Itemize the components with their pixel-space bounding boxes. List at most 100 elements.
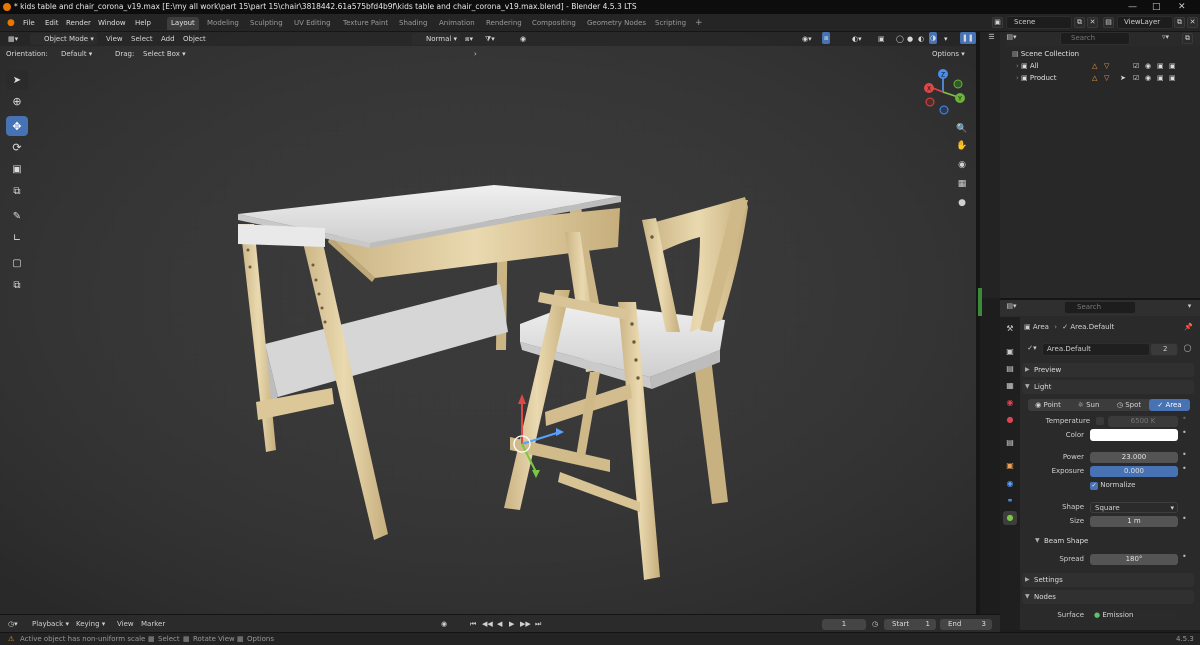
keyframe-dot-icon[interactable]: • bbox=[1182, 464, 1187, 473]
tab-texture-paint[interactable]: Texture Paint bbox=[339, 17, 392, 30]
shape-dropdown[interactable]: Square ▾ bbox=[1090, 502, 1178, 513]
auto-keying-icon[interactable]: ◉ bbox=[441, 618, 447, 630]
tab-compositing[interactable]: Compositing bbox=[528, 17, 580, 30]
timeline-editor-icon[interactable]: ◷▾ bbox=[8, 618, 18, 630]
panel-beam-shape[interactable]: ▼ Beam Shape bbox=[1032, 534, 1194, 548]
collection-tab-icon[interactable]: ▤ bbox=[1003, 436, 1017, 450]
menu-view[interactable]: View bbox=[106, 33, 123, 45]
view-layer-selector[interactable]: ViewLayer bbox=[1117, 16, 1173, 29]
world-tab-icon[interactable]: ● bbox=[1003, 413, 1017, 427]
tab-modeling[interactable]: Modeling bbox=[203, 17, 243, 30]
zoom-icon[interactable]: 🔍 bbox=[954, 121, 970, 137]
measure-tool[interactable]: ∟ bbox=[6, 228, 28, 248]
shading-options-icon[interactable]: ▾ bbox=[944, 33, 948, 45]
menu-select[interactable]: Select bbox=[131, 33, 153, 45]
outliner-item-product[interactable]: › ▣ Product △ ▽ ➤ ☑ ◉ ▣ ▣ bbox=[1016, 72, 1186, 84]
pin-icon[interactable]: 📌 bbox=[1184, 321, 1193, 333]
tab-shading[interactable]: Shading bbox=[395, 17, 431, 30]
menu-keying[interactable]: Keying ▾ bbox=[76, 618, 105, 630]
new-scene-icon[interactable]: ⧉ bbox=[1074, 17, 1085, 28]
outliner-editor-icon[interactable]: ☰ bbox=[986, 33, 997, 44]
menu-edit[interactable]: Edit bbox=[42, 17, 62, 29]
view-layer-tab-icon[interactable]: ▦ bbox=[1003, 379, 1017, 393]
properties-editor-icon[interactable]: ▤▾ bbox=[1006, 302, 1017, 313]
monitor-icon[interactable]: ▣ bbox=[1157, 60, 1164, 72]
display-mode-icon[interactable]: ▤▾ bbox=[1006, 33, 1017, 44]
scene-collection-row[interactable]: ▤ Scene Collection bbox=[1012, 48, 1079, 60]
render-tab-icon[interactable]: ▣ bbox=[1003, 345, 1017, 359]
menu-help[interactable]: Help bbox=[132, 17, 154, 29]
view-layer-browse-icon[interactable]: ▤ bbox=[1103, 17, 1114, 28]
jump-end-icon[interactable]: ⏭ bbox=[535, 618, 541, 630]
perspective-toggle-icon[interactable]: ▦ bbox=[954, 176, 970, 192]
start-frame-field[interactable]: Start 1 bbox=[884, 619, 936, 630]
light-type-sun[interactable]: ☼ Sun bbox=[1068, 399, 1109, 411]
clock-icon[interactable]: ◷ bbox=[872, 618, 878, 630]
user-count[interactable]: 2 bbox=[1150, 343, 1178, 356]
transform-tool[interactable]: ⧉ bbox=[6, 181, 28, 201]
light-type-area[interactable]: ✓ Area bbox=[1149, 399, 1190, 411]
gizmo-toggle-icon[interactable]: ⧈ bbox=[822, 32, 831, 44]
snap-icon[interactable]: ⧩▾ bbox=[485, 33, 495, 45]
add-cube-tool[interactable]: ▢ bbox=[6, 253, 28, 273]
keyframe-dot-icon[interactable]: • bbox=[1182, 414, 1187, 423]
exposure-field[interactable]: 0.000 bbox=[1090, 466, 1178, 477]
pivot-point-icon[interactable]: ⧈▾ bbox=[465, 33, 473, 45]
spread-field[interactable]: 180° bbox=[1090, 554, 1178, 565]
datablock-browse-icon[interactable]: ✓▾ bbox=[1024, 344, 1040, 355]
temperature-field[interactable]: 6500 K bbox=[1108, 416, 1178, 427]
light-bulb-icon[interactable]: ● bbox=[954, 195, 970, 211]
selectable-arrow-icon[interactable]: ➤ bbox=[1120, 72, 1126, 84]
tool-tab-icon[interactable]: ⚒ bbox=[1003, 322, 1017, 336]
tab-sculpting[interactable]: Sculpting bbox=[246, 17, 287, 30]
monitor-icon[interactable]: ▣ bbox=[1157, 72, 1164, 84]
transform-orientation-dropdown[interactable]: Normal ▾ bbox=[412, 33, 461, 45]
visibility-icon[interactable]: ◉▾ bbox=[802, 33, 812, 45]
play-icon[interactable]: ▶ bbox=[509, 618, 514, 630]
annotate-tool[interactable]: ✎ bbox=[6, 206, 28, 226]
3d-viewport[interactable]: Z Y X bbox=[0, 32, 976, 614]
panel-preview[interactable]: ▶ Preview bbox=[1022, 363, 1194, 377]
solid-shading-icon[interactable]: ● bbox=[907, 33, 913, 45]
outliner-item-all[interactable]: › ▣ All △ ▽ ☑ ◉ ▣ ▣ bbox=[1016, 60, 1186, 72]
panel-light[interactable]: ▼ Light bbox=[1022, 380, 1194, 394]
menu-object[interactable]: Object bbox=[183, 33, 206, 45]
sidebar-toggle-icon[interactable]: ❚❚ bbox=[960, 32, 976, 44]
keyframe-dot-icon[interactable]: • bbox=[1182, 450, 1187, 459]
temperature-checkbox[interactable] bbox=[1096, 417, 1104, 425]
camera-icon[interactable]: ▣ bbox=[1169, 60, 1176, 72]
menu-file[interactable]: File bbox=[20, 17, 38, 29]
proportional-edit-icon[interactable]: ◉ bbox=[520, 33, 526, 45]
maximize-icon[interactable]: □ bbox=[1152, 0, 1161, 14]
tab-animation[interactable]: Animation bbox=[435, 17, 479, 30]
scene-browse-icon[interactable]: ▣ bbox=[992, 17, 1003, 28]
menu-window[interactable]: Window bbox=[95, 17, 129, 29]
new-view-layer-icon[interactable]: ⧉ bbox=[1174, 17, 1185, 28]
output-tab-icon[interactable]: ▤ bbox=[1003, 362, 1017, 376]
keyframe-dot-icon[interactable]: • bbox=[1182, 428, 1187, 437]
normalize-toggle[interactable]: ✓ Normalize bbox=[1090, 480, 1180, 491]
delete-view-layer-icon[interactable]: ✕ bbox=[1187, 17, 1198, 28]
light-data-tab-icon[interactable]: ● bbox=[1003, 511, 1017, 525]
datablock-name-field[interactable]: Area.Default bbox=[1042, 343, 1150, 356]
menu-playback[interactable]: Playback ▾ bbox=[32, 618, 69, 630]
tab-scripting[interactable]: Scripting bbox=[651, 17, 690, 30]
current-frame-field[interactable]: 1 bbox=[822, 619, 866, 630]
tab-layout[interactable]: Layout bbox=[167, 17, 199, 30]
editor-type-icon[interactable]: ▦▾ bbox=[8, 33, 18, 45]
tab-uv-editing[interactable]: UV Editing bbox=[290, 17, 335, 30]
object-mode-dropdown[interactable]: Object Mode ▾ bbox=[30, 33, 97, 45]
jump-keyframe-forward-icon[interactable]: ▶▶ bbox=[520, 618, 531, 630]
surface-shader-field[interactable]: ● Emission bbox=[1090, 610, 1178, 621]
wireframe-shading-icon[interactable]: ◯ bbox=[896, 33, 904, 45]
jump-start-icon[interactable]: ⏮ bbox=[470, 618, 476, 630]
close-icon[interactable]: ✕ bbox=[1178, 0, 1186, 14]
eye-icon[interactable]: ◉ bbox=[1145, 72, 1151, 84]
move-tool[interactable]: ✥ bbox=[6, 116, 28, 136]
checkbox-icon[interactable]: ☑ bbox=[1133, 72, 1139, 84]
tab-rendering[interactable]: Rendering bbox=[482, 17, 526, 30]
drag-dropdown[interactable]: Select Box ▾ bbox=[140, 48, 190, 60]
fake-user-icon[interactable]: ◯ bbox=[1182, 344, 1193, 355]
rotate-tool[interactable]: ⟳ bbox=[6, 137, 28, 157]
minimize-icon[interactable]: — bbox=[1128, 0, 1137, 14]
